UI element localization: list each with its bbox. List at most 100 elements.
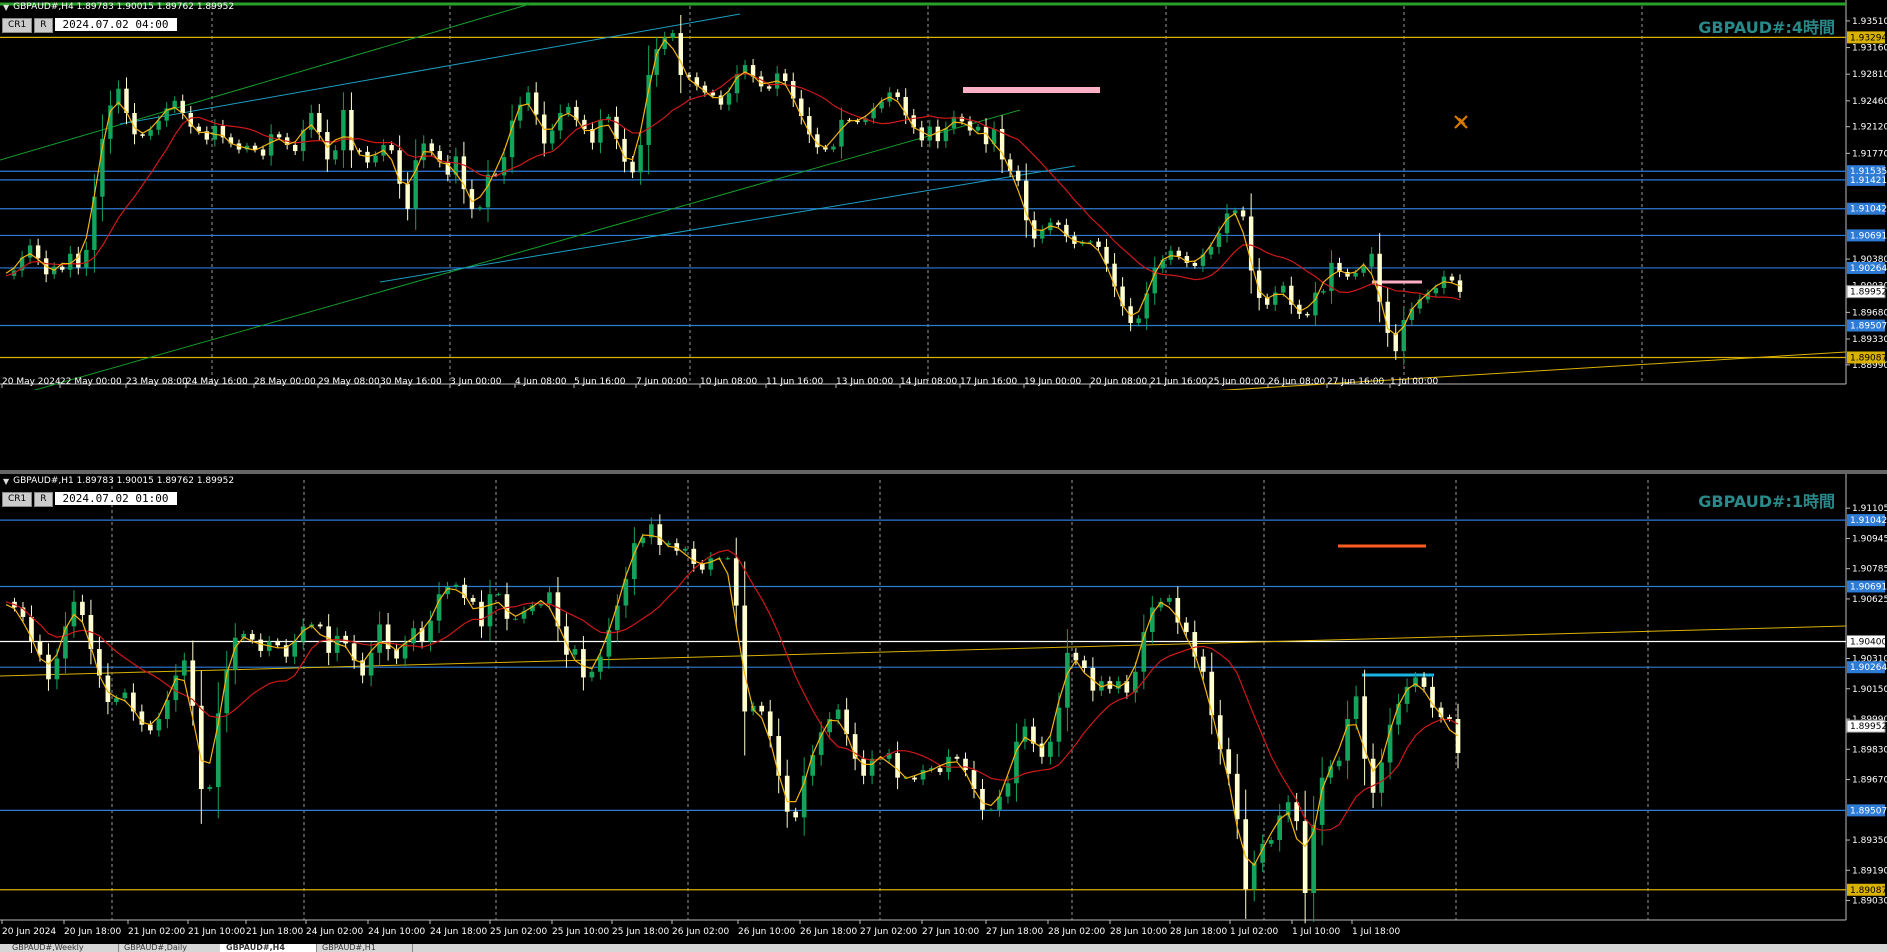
candle-body [725, 558, 731, 560]
candle-body [1200, 656, 1206, 672]
candle-body [477, 207, 483, 209]
price-label: 1.89507 [1850, 322, 1887, 332]
candle-body [1251, 862, 1257, 890]
h4-watermark: GBPAUD#:4時間 [1698, 18, 1835, 37]
x-tick-label: 24 Jun 02:00 [306, 927, 363, 937]
candle-body [699, 563, 705, 570]
candle-body [1082, 660, 1087, 668]
x-tick-label: 21 Jun 10:00 [188, 927, 245, 937]
candle-body [140, 134, 145, 136]
tab-weekly[interactable]: GBPAUD#,Weekly [6, 944, 119, 952]
x-tick-label: 22 May 00:00 [60, 377, 122, 387]
candle-body [181, 660, 187, 676]
price-label: 1.91042 [1850, 516, 1887, 526]
candle-body [1353, 272, 1358, 277]
candle-body [1176, 250, 1182, 257]
r-button[interactable]: R [34, 492, 53, 507]
h4-chart-panel[interactable]: 1.93510 1.93160 1.92810 1.92460 1.92120 1.917… [0, 0, 1887, 390]
h1-chart-panel[interactable]: 1.91105 1.90945 1.90785 1.90625 1.90310 1.901… [0, 474, 1887, 944]
cr1-button[interactable]: CR1 [2, 18, 33, 33]
price-label: 1.90264 [1850, 264, 1887, 274]
price-label: 1.89952 [1850, 722, 1887, 732]
candle-body [1281, 285, 1286, 293]
zigzag-line [5, 534, 1459, 867]
candle-body [767, 711, 773, 737]
y-tick-label: 1.92120 [1852, 123, 1887, 133]
price-label: 1.91042 [1850, 205, 1887, 215]
tab-h4[interactable]: GBPAUD#,H4 [220, 944, 317, 952]
candle-body [581, 649, 586, 678]
candle-body [180, 100, 185, 114]
candle-body [27, 245, 33, 258]
x-tick-label: 23 May 08:00 [126, 377, 188, 387]
candle-body [1336, 760, 1342, 767]
candle-body [1005, 783, 1011, 797]
candle-body [1234, 773, 1240, 820]
x-tick-label: 1 Jul 02:00 [1230, 927, 1279, 937]
candle-body [1393, 332, 1398, 352]
tab-daily[interactable]: GBPAUD#,Daily [118, 944, 221, 952]
h1-symbol-info: GBPAUD#,H1 1.89783 1.90015 1.89762 1.899… [13, 476, 235, 486]
y-tick-label: 1.93510 [1852, 17, 1887, 27]
collapse-triangle-icon[interactable]: ▼ [3, 3, 9, 12]
y-tick-label: 1.89030 [1852, 897, 1887, 907]
candle-body [844, 709, 849, 735]
candle-body [1369, 253, 1374, 267]
candle-body [1226, 749, 1232, 774]
candle-body [784, 775, 790, 812]
candle-body [84, 249, 89, 268]
x-tick-label: 21 Jun 02:00 [128, 927, 185, 937]
candle-body [598, 656, 603, 672]
x-tick-label: 10 Jun 08:00 [700, 377, 757, 387]
candle-body [198, 705, 204, 789]
zigzag-line [5, 39, 1461, 336]
candle-body [566, 106, 571, 114]
candle-body [1449, 276, 1455, 281]
x-tick-label: 28 Jun 18:00 [1170, 927, 1227, 937]
price-label: 1.89507 [1850, 806, 1887, 816]
x-tick-label: 26 Jun 18:00 [800, 927, 857, 937]
x-tick-label: 14 Jun 08:00 [900, 377, 957, 387]
y-tick-label: 1.89330 [1852, 335, 1887, 345]
candle-body [1209, 671, 1215, 716]
h1-chart-svg[interactable]: 1.911051.909451.907851.906251.903101.901… [0, 474, 1887, 944]
trend-line-cyan [379, 165, 1076, 283]
candle-body [349, 109, 354, 151]
panel-divider[interactable] [0, 470, 1887, 474]
candle-body [831, 146, 836, 150]
y-tick-label: 1.89350 [1852, 836, 1887, 846]
y-tick-label: 1.89680 [1852, 308, 1887, 318]
y-tick-label: 1.89830 [1852, 745, 1887, 755]
h4-chart-svg[interactable]: 1.93510 1.93160 1.92810 1.92460 1.92120 1.917… [0, 0, 1887, 390]
price-label: 1.90691 [1850, 582, 1887, 592]
pencil-ruler-icon[interactable] [1452, 113, 1470, 131]
candle-body [35, 245, 41, 259]
candle-body [920, 770, 926, 780]
r-button[interactable]: R [34, 18, 53, 33]
candle-body [742, 605, 748, 712]
candle-body [766, 86, 772, 89]
candle-body [919, 127, 924, 141]
candle-body [292, 641, 298, 657]
candle-body [397, 150, 402, 184]
candle-body [975, 126, 981, 131]
collapse-triangle-icon[interactable]: ▼ [3, 477, 9, 486]
candle-body [935, 126, 941, 142]
candle-body [276, 134, 282, 138]
candle-body [63, 626, 68, 659]
candle-body [1073, 652, 1079, 661]
candle-body [572, 649, 578, 655]
candle-body [462, 584, 467, 598]
y-tick-label: 1.92810 [1852, 70, 1887, 80]
candle-body [341, 109, 346, 151]
candle-body [733, 558, 739, 606]
tab-h1[interactable]: GBPAUD#,H1 [316, 944, 413, 952]
candle-body [389, 144, 394, 151]
price-label: 1.90400 [1850, 637, 1887, 647]
candle-body [1433, 288, 1439, 294]
candle-body [1370, 758, 1376, 793]
price-label: 1.89952 [1850, 288, 1887, 298]
x-tick-label: 27 Jun 16:00 [1327, 377, 1384, 387]
cr1-button[interactable]: CR1 [2, 492, 33, 507]
candle-body [793, 811, 799, 818]
